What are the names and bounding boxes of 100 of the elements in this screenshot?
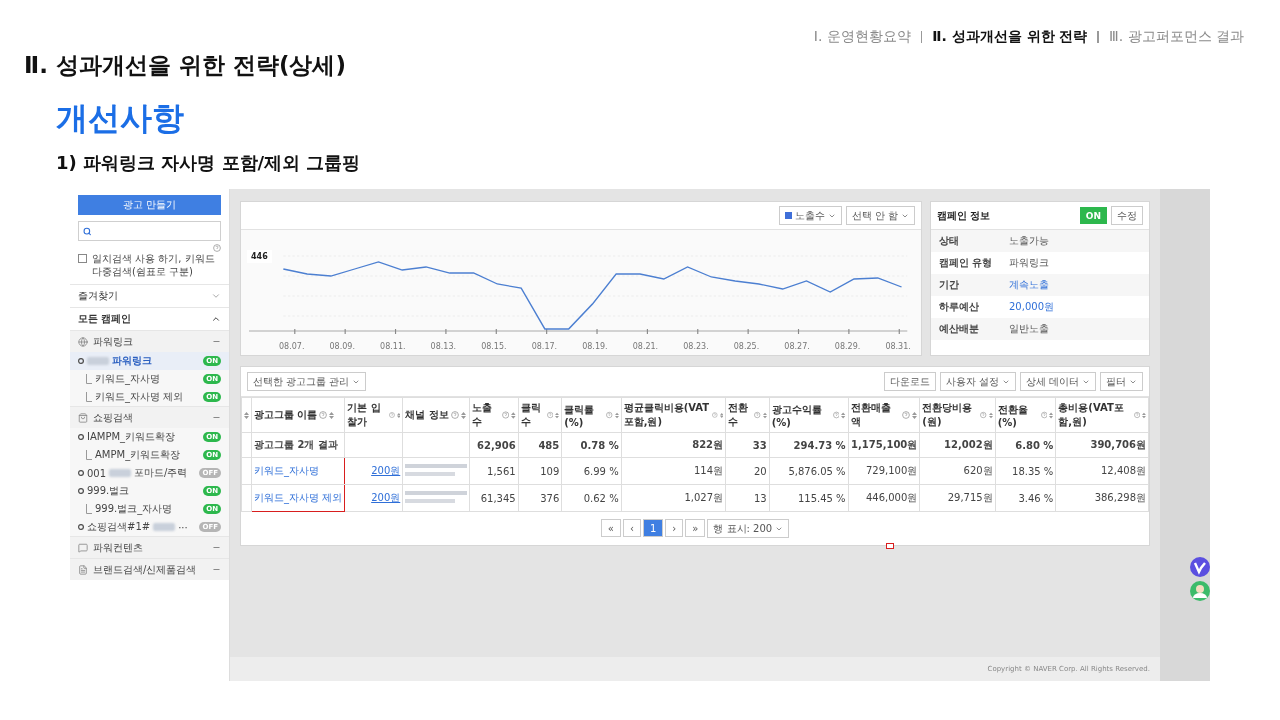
table-cell-text: 729,100원	[864, 464, 918, 478]
help-icon[interactable]	[450, 411, 459, 419]
edit-button[interactable]: 수정	[1111, 206, 1143, 225]
first-page-button[interactable]: «	[600, 519, 621, 537]
axis-label: 08.07.	[279, 342, 305, 351]
type-label: 파워링크	[93, 335, 133, 348]
info-label: 캠페인 유형	[939, 256, 994, 270]
sort-icon[interactable]	[762, 411, 767, 419]
search-field[interactable]	[78, 221, 221, 241]
sort-icon[interactable]	[614, 411, 619, 419]
info-link[interactable]: 계속노출	[1009, 278, 1141, 292]
tree-branch-icon	[86, 450, 92, 460]
table-cell-text: 114원	[692, 464, 724, 478]
campaign-label: 999.벌크_자사명	[95, 502, 173, 516]
dropdown[interactable]: 사용자 설정	[939, 372, 1016, 391]
table-cell-text: 13	[752, 492, 767, 504]
table-cell-text: 109	[539, 465, 560, 477]
next-page-button[interactable]: ›	[665, 519, 684, 537]
nav-link[interactable]: Ⅰ. 운영현황요약	[813, 28, 911, 46]
campaign-label: ···	[178, 521, 188, 533]
help-icon[interactable]	[388, 411, 395, 419]
table-cell-text: 620원	[962, 464, 993, 478]
subheading: 1) 파워링크 자사명 포함/제외 그룹핑	[56, 151, 362, 175]
dropdown[interactable]: 필터	[1100, 372, 1143, 391]
section-heading: 개선사항	[56, 98, 185, 139]
sort-icon[interactable]	[988, 411, 993, 419]
nav-link[interactable]: Ⅲ. 광고퍼포먼스 결과	[1109, 28, 1244, 46]
campaign-label: IAMPM_키워드확장	[87, 430, 176, 444]
table-cell-text: 18.35 %	[1011, 465, 1054, 477]
help-icon[interactable]	[712, 411, 718, 419]
help-icon[interactable]	[1133, 411, 1141, 419]
info-value: 일반노출	[1009, 322, 1050, 336]
section-label: 즐겨찾기	[78, 289, 118, 303]
sort-icon[interactable]	[511, 411, 516, 419]
prev-page-button[interactable]: ‹	[622, 519, 641, 537]
type-icon	[78, 542, 88, 553]
axis-label: 08.27.	[784, 342, 810, 351]
page-button[interactable]: 1	[642, 519, 664, 537]
help-icon[interactable]	[213, 244, 221, 252]
type-icon	[78, 336, 88, 347]
axis-label: 08.09.	[329, 342, 355, 351]
help-icon[interactable]	[501, 411, 510, 419]
campaign-label: 키워드_자사명	[95, 372, 160, 386]
sort-icon[interactable]	[329, 411, 335, 419]
help-icon[interactable]	[754, 411, 761, 419]
sort-icon[interactable]	[244, 411, 249, 419]
campaign-type-row[interactable]: 파워링크	[70, 330, 229, 352]
section-label: 모든 캠페인	[78, 312, 132, 326]
sort-icon[interactable]	[841, 411, 846, 419]
help-icon[interactable]	[832, 411, 840, 419]
campaign-label: AMPM_키워드확장	[95, 448, 181, 462]
help-icon[interactable]	[980, 411, 987, 419]
table-cell-text: 3.46 %	[1017, 492, 1054, 504]
axis-label: 08.13.	[430, 342, 457, 351]
table-cell-text: 12,002원	[943, 438, 993, 452]
dropdown[interactable]: 상세 데이터	[1019, 372, 1096, 391]
help-icon[interactable]	[606, 411, 613, 419]
help-icon[interactable]	[319, 411, 328, 419]
table-cell-text: 6.80 %	[1014, 439, 1054, 451]
campaign-type-row[interactable]: 파워컨텐츠	[70, 536, 229, 558]
bullet-icon	[78, 524, 84, 530]
avatar-icon[interactable]	[1190, 581, 1210, 601]
bullet-icon	[78, 358, 84, 364]
campaign-label: 파워링크	[112, 354, 152, 368]
rows-dropdown[interactable]: 행 표시: 200	[707, 519, 790, 538]
search-icon	[83, 226, 92, 236]
checkbox[interactable]	[78, 254, 87, 263]
table-cell-text: 6.99 %	[582, 465, 619, 477]
table-cell-text: 294.73 %	[792, 439, 846, 451]
manage-dropdown[interactable]: 선택한 광고그룹 관리	[247, 372, 367, 391]
campaign-type-row[interactable]: 브랜드검색/신제품검색	[70, 558, 229, 580]
create-ad-button[interactable]: 광고 만들기	[78, 195, 221, 215]
info-label: 기간	[939, 278, 960, 292]
metric-dropdown[interactable]: 노출수	[778, 206, 842, 225]
table-cell-text: 386,298원	[1093, 491, 1146, 505]
sort-icon[interactable]	[460, 411, 466, 419]
download-button[interactable]: 다운로드	[883, 372, 936, 391]
help-icon[interactable]	[1040, 411, 1048, 419]
help-icon[interactable]	[902, 411, 911, 419]
table-cell-text: 33	[751, 439, 767, 451]
chevron-up-icon	[211, 314, 221, 324]
last-page-button[interactable]: »	[685, 519, 706, 537]
campaign-type-row[interactable]: 쇼핑검색	[70, 406, 229, 428]
section-header[interactable]: 즐겨찾기	[70, 284, 229, 307]
type-label: 파워컨텐츠	[93, 541, 143, 554]
nav-link[interactable]: Ⅱ. 성과개선을 위한 전략	[932, 28, 1088, 46]
bullet-icon	[78, 470, 84, 476]
logo-icon[interactable]	[1190, 557, 1210, 577]
type-icon	[78, 564, 88, 575]
axis-label: 08.25.	[733, 342, 760, 351]
axis-label: 08.15.	[481, 342, 507, 351]
table-cell-text: 822원	[691, 438, 724, 452]
campaign-label: 포마드/주력	[134, 466, 188, 480]
point-value-label: 446	[247, 250, 272, 263]
help-icon[interactable]	[546, 411, 554, 419]
info-link[interactable]: 20,000원	[1009, 300, 1141, 314]
table-cell-text: 485	[537, 439, 560, 451]
compare-dropdown[interactable]: 선택 안 함	[845, 206, 915, 225]
info-value: 노출가능	[1009, 234, 1050, 248]
sort-icon[interactable]	[1142, 411, 1146, 419]
